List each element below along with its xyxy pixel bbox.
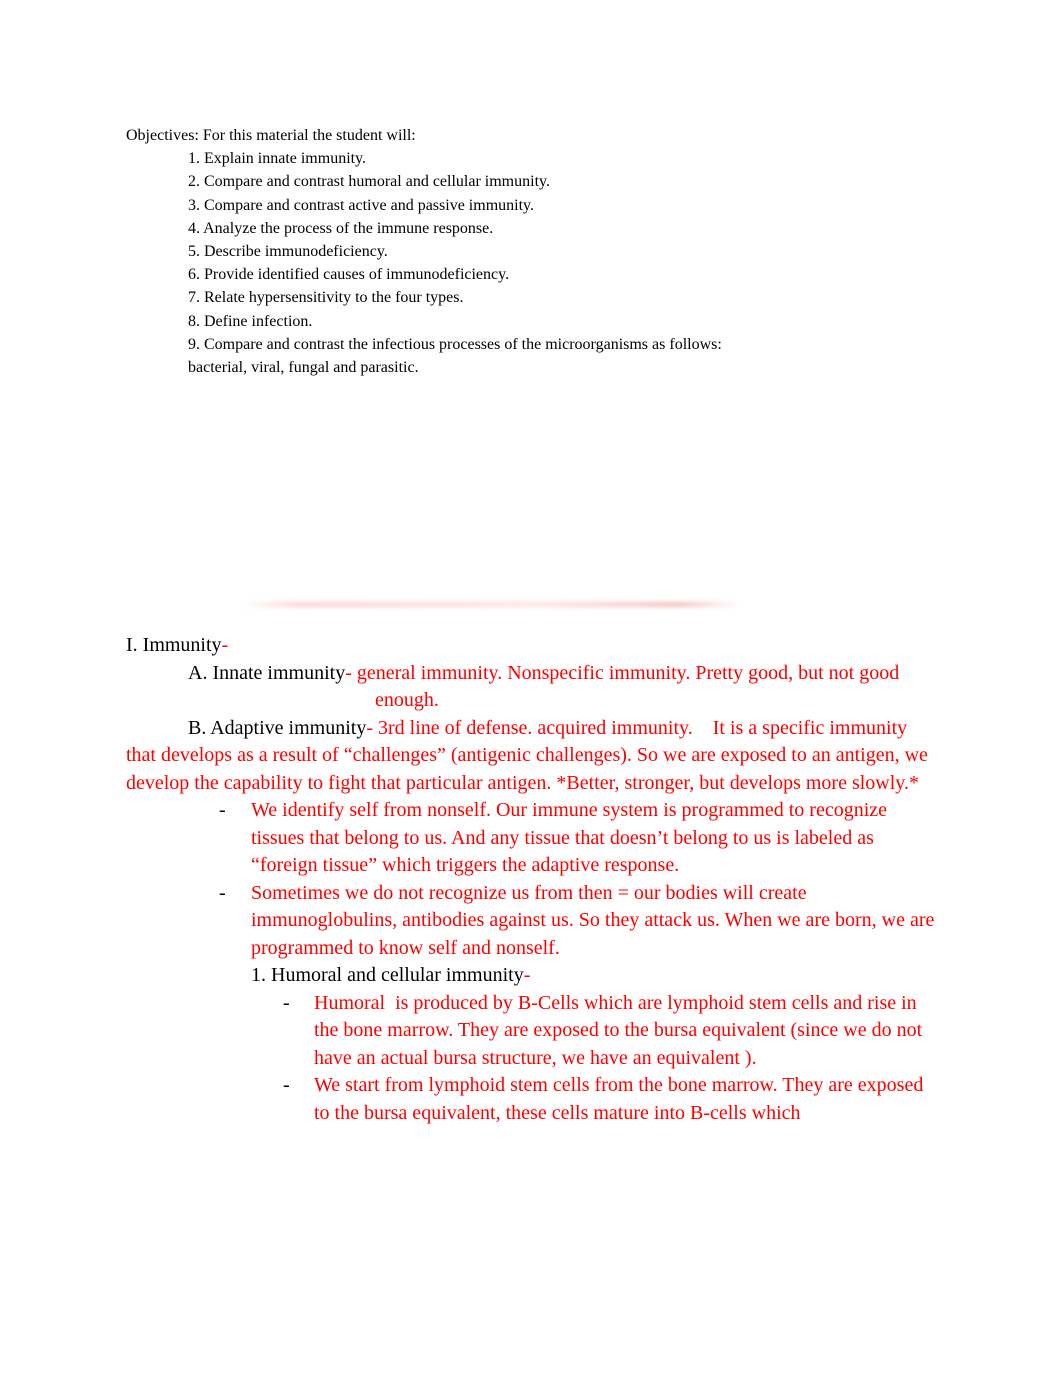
objectives-block: Objectives: For this material the studen… bbox=[126, 124, 746, 379]
objectives-heading: Objectives: For this material the studen… bbox=[126, 127, 416, 144]
bullet-dash: - bbox=[219, 799, 226, 821]
objective-item: 7. Relate hypersensitivity to the four t… bbox=[188, 289, 464, 307]
subsection-humoral-cellular: 1. Humoral and cellular immunity- bbox=[126, 962, 941, 990]
innate-notes-line1: general immunity. Nonspecific immunity. … bbox=[356, 661, 900, 684]
objective-item: 5. Describe immunodeficiency. bbox=[188, 243, 388, 261]
section-title: I. Immunity bbox=[126, 634, 222, 656]
subsection-title: 1. Humoral and cellular immunity bbox=[251, 964, 524, 986]
humoral-bullet-list: - Humoral is produced by B-Cells which ar… bbox=[126, 990, 941, 1128]
section-title: A. Innate immunity bbox=[188, 661, 346, 684]
bullet-text: We identify self from nonself. Our immun… bbox=[251, 799, 893, 876]
heading-dash: - bbox=[221, 634, 229, 656]
notes-section: I. Immunity- A. Innate immunity- general… bbox=[126, 632, 941, 1127]
adaptive-bullet-list: - We identify self from nonself. Our immu… bbox=[126, 797, 941, 962]
objective-item: 8. Define infection. bbox=[188, 312, 313, 330]
section-adaptive-immunity: B. Adaptive immunity- 3rd line of defens… bbox=[126, 715, 941, 798]
bullet-text: Humoral is produced by B-Cells which are… bbox=[314, 991, 928, 1069]
objective-item: 2. Compare and contrast humoral and cell… bbox=[188, 173, 550, 191]
bullet-dash: - bbox=[219, 881, 226, 904]
list-item: - Humoral is produced by B-Cells which ar… bbox=[126, 990, 941, 1073]
objective-item: 1. Explain innate immunity. bbox=[188, 150, 367, 168]
bullet-text: We start from lymphoid stem cells from t… bbox=[314, 1074, 929, 1124]
section-innate-immunity: A. Innate immunity- general immunity. No… bbox=[126, 660, 941, 715]
heading-dash: - bbox=[366, 716, 379, 739]
document-page: Objectives: For this material the studen… bbox=[0, 0, 1062, 1377]
section-title: B. Adaptive immunity bbox=[188, 716, 367, 739]
heading-dash: - bbox=[523, 964, 531, 986]
objective-item: 4. Analyze the process of the immune res… bbox=[188, 219, 494, 237]
section-immunity-heading: I. Immunity- bbox=[126, 632, 941, 660]
innate-notes-line2: enough. bbox=[375, 689, 439, 711]
list-item: - Sometimes we do not recognize us from t… bbox=[126, 880, 941, 963]
decorative-divider bbox=[240, 602, 740, 607]
objectives-list: 1. Explain innate immunity. 2. Compare a… bbox=[126, 147, 746, 379]
list-item: - We identify self from nonself. Our immu… bbox=[126, 797, 941, 880]
list-item: - We start from lymphoid stem cells from … bbox=[126, 1072, 941, 1127]
objective-item: 3. Compare and contrast active and passi… bbox=[188, 196, 534, 214]
objective-item: 6. Provide identified causes of immunode… bbox=[188, 266, 510, 284]
objective-item: 9. Compare and contrast the infectious p… bbox=[188, 335, 722, 377]
bullet-dash: - bbox=[283, 1074, 290, 1096]
bullet-text: Sometimes we do not recognize us from th… bbox=[251, 881, 940, 959]
heading-dash: - bbox=[345, 661, 357, 684]
bullet-dash: - bbox=[283, 991, 290, 1014]
